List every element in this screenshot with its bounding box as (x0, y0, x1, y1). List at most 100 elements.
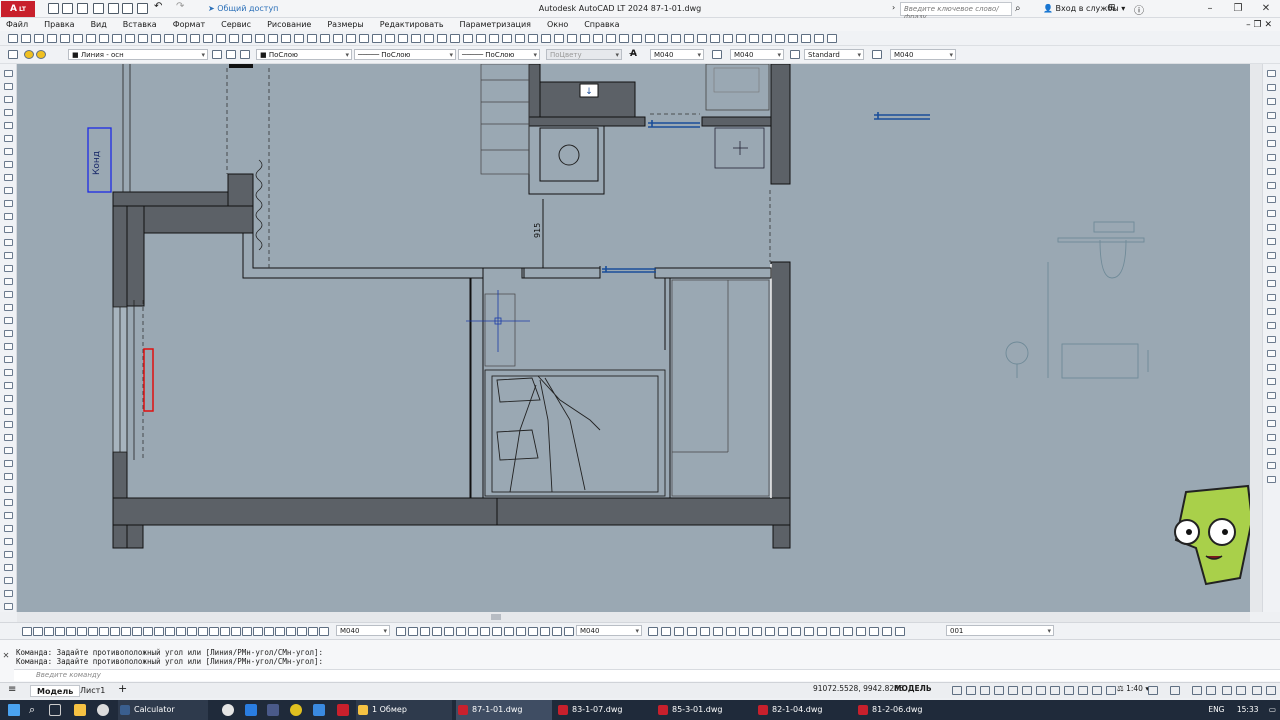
standard-tool-icon[interactable] (437, 34, 447, 43)
new-file-icon[interactable] (48, 3, 59, 14)
dimstyle-icon[interactable] (712, 50, 722, 59)
draw-tool-icon[interactable] (4, 109, 13, 116)
draw-tool-icon[interactable] (4, 226, 13, 233)
mleaderstyle-dropdown[interactable]: М040 (890, 49, 956, 60)
textstyle-dropdown[interactable]: Standard (804, 49, 864, 60)
status-toggle-icon[interactable] (1252, 686, 1262, 695)
dimension-tool-icon[interactable] (726, 627, 736, 636)
standard-tool-icon[interactable] (398, 34, 408, 43)
explorer-icon[interactable] (74, 704, 86, 716)
dimension-tool-icon[interactable] (661, 627, 671, 636)
standard-tool-icon[interactable] (788, 34, 798, 43)
standard-tool-icon[interactable] (814, 34, 824, 43)
dimension-tool-icon[interactable] (408, 627, 418, 636)
dimension-tool-icon[interactable] (882, 627, 892, 636)
multileader-icon[interactable] (872, 50, 882, 59)
status-toggle-icon[interactable] (952, 686, 962, 695)
plot-icon[interactable] (137, 3, 148, 14)
draw-tool-icon[interactable] (4, 265, 13, 272)
modify-tool-icon[interactable] (1267, 336, 1276, 343)
notification-icon[interactable]: ▭ (1269, 705, 1276, 714)
standard-tool-icon[interactable] (385, 34, 395, 43)
plotstyle-dropdown[interactable]: ПоЦвету (546, 49, 622, 60)
standard-tool-icon[interactable] (489, 34, 499, 43)
taskbar-app-dwg-4[interactable]: 82-1-04.dwg (756, 700, 852, 720)
app-icon[interactable] (97, 704, 109, 716)
dimension-tool-icon[interactable] (308, 627, 318, 636)
menu-modify[interactable]: Редактировать (380, 20, 444, 29)
app-icon-2[interactable] (267, 704, 279, 716)
dimension-tool-icon[interactable] (432, 627, 442, 636)
menu-window[interactable]: Окно (547, 20, 568, 29)
layer-state-icon[interactable] (24, 50, 34, 59)
status-toggle-icon[interactable] (1092, 686, 1102, 695)
dimension-tool-icon[interactable] (504, 627, 514, 636)
command-input[interactable]: Введите команду (14, 669, 1280, 681)
dimension-tool-icon[interactable] (456, 627, 466, 636)
standard-tool-icon[interactable] (73, 34, 83, 43)
status-toggle-icon[interactable] (1148, 686, 1158, 695)
standard-tool-icon[interactable] (359, 34, 369, 43)
standard-tool-icon[interactable] (372, 34, 382, 43)
standard-tool-icon[interactable] (450, 34, 460, 43)
modify-tool-icon[interactable] (1267, 154, 1276, 161)
standard-tool-icon[interactable] (606, 34, 616, 43)
standard-tool-icon[interactable] (554, 34, 564, 43)
dimension-tool-icon[interactable] (44, 627, 54, 636)
draw-tool-icon[interactable] (4, 278, 13, 285)
dimension-tool-icon[interactable] (674, 627, 684, 636)
standard-tool-icon[interactable] (736, 34, 746, 43)
draw-tool-icon[interactable] (4, 356, 13, 363)
dimension-tool-icon[interactable] (817, 627, 827, 636)
draw-tool-icon[interactable] (4, 421, 13, 428)
standard-tool-icon[interactable] (203, 34, 213, 43)
standard-tool-icon[interactable] (294, 34, 304, 43)
standard-tool-icon[interactable] (125, 34, 135, 43)
modify-tool-icon[interactable] (1267, 322, 1276, 329)
dimension-tool-icon[interactable] (22, 627, 32, 636)
draw-tool-icon[interactable] (4, 473, 13, 480)
dimension-tool-icon[interactable] (242, 627, 252, 636)
dimension-tool-icon[interactable] (856, 627, 866, 636)
draw-tool-icon[interactable] (4, 343, 13, 350)
status-toggle-icon[interactable] (1170, 686, 1180, 695)
dimension-tool-icon[interactable] (648, 627, 658, 636)
standard-tool-icon[interactable] (541, 34, 551, 43)
dimension-tool-icon[interactable] (88, 627, 98, 636)
taskbar-app-dwg-5[interactable]: 81-2-06.dwg (856, 700, 952, 720)
draw-tool-icon[interactable] (4, 460, 13, 467)
modify-tool-icon[interactable] (1267, 238, 1276, 245)
minimize-button[interactable]: – (1202, 2, 1218, 16)
standard-tool-icon[interactable] (99, 34, 109, 43)
standard-tool-icon[interactable] (138, 34, 148, 43)
modify-tool-icon[interactable] (1267, 392, 1276, 399)
draw-tool-icon[interactable] (4, 538, 13, 545)
dimension-tool-icon[interactable] (253, 627, 263, 636)
dimstyle-select-a[interactable]: М040 (336, 625, 390, 636)
search-input[interactable]: Введите ключевое слово/фразу (900, 2, 1012, 21)
modify-tool-icon[interactable] (1267, 266, 1276, 273)
standard-tool-icon[interactable] (21, 34, 31, 43)
standard-tool-icon[interactable] (177, 34, 187, 43)
open-file-icon[interactable] (62, 3, 73, 14)
draw-tool-icon[interactable] (4, 577, 13, 584)
draw-tool-icon[interactable] (4, 369, 13, 376)
status-toggle-icon[interactable] (1106, 686, 1116, 695)
dimension-tool-icon[interactable] (209, 627, 219, 636)
dimension-tool-icon[interactable] (468, 627, 478, 636)
draw-tool-icon[interactable] (4, 70, 13, 77)
dimension-tool-icon[interactable] (830, 627, 840, 636)
standard-tool-icon[interactable] (281, 34, 291, 43)
dimension-tool-icon[interactable] (143, 627, 153, 636)
modify-tool-icon[interactable] (1267, 168, 1276, 175)
undo-icon[interactable]: ↶ (154, 1, 165, 12)
dimension-tool-icon[interactable] (420, 627, 430, 636)
vertical-scrollbar[interactable] (1250, 64, 1262, 612)
make-current-icon[interactable] (212, 50, 222, 59)
dimension-tool-icon[interactable] (33, 627, 43, 636)
status-toggle-icon[interactable] (1078, 686, 1088, 695)
standard-tool-icon[interactable] (762, 34, 772, 43)
standard-tool-icon[interactable] (528, 34, 538, 43)
status-toggle-icon[interactable] (1192, 686, 1202, 695)
restore-button[interactable]: ❐ (1230, 2, 1246, 16)
